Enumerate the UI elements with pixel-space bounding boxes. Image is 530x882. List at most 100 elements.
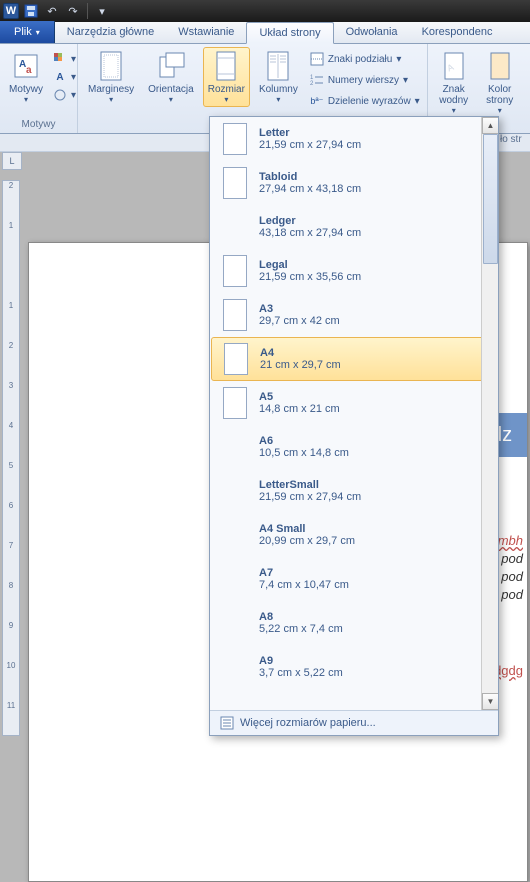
scrollbar-track[interactable]: ▲ ▼ — [481, 117, 498, 710]
paper-size-option[interactable]: A4 21 cm x 29,7 cm — [211, 337, 497, 381]
paper-size-dims: 5,22 cm x 7,4 cm — [259, 623, 343, 635]
paper-size-list[interactable]: Letter 21,59 cm x 27,94 cm Tabloid 27,94… — [210, 117, 498, 710]
paper-size-option[interactable]: A3 29,7 cm x 42 cm — [210, 293, 498, 337]
paper-size-info: A5 14,8 cm x 21 cm — [259, 391, 340, 415]
group-label-themes: Motywy — [5, 118, 72, 132]
paper-size-option[interactable]: A9 3,7 cm x 5,22 cm — [210, 645, 498, 689]
paper-size-dims: 21,59 cm x 27,94 cm — [259, 491, 361, 503]
page-color-icon — [484, 50, 516, 82]
more-sizes-icon — [220, 716, 234, 730]
qat-separator — [87, 3, 88, 19]
page-color-button[interactable]: Kolor strony▾ — [479, 47, 521, 118]
qat-customize-icon[interactable]: ▾ — [93, 2, 111, 20]
paper-size-name: A4 — [260, 347, 341, 359]
paper-size-info: A4 21 cm x 29,7 cm — [260, 347, 341, 371]
paper-size-name: A5 — [259, 391, 340, 403]
orientation-icon — [155, 50, 187, 82]
paper-size-dims: 14,8 cm x 21 cm — [259, 403, 340, 415]
watermark-icon: A — [438, 50, 470, 82]
ribbon-tabs: Plik ▾ Narzędzia główne Wstawianie Układ… — [0, 22, 530, 44]
paper-size-option[interactable]: LetterSmall 21,59 cm x 27,94 cm — [210, 469, 498, 513]
paper-size-info: LetterSmall 21,59 cm x 27,94 cm — [259, 479, 361, 503]
ruler-tick: 1 — [3, 301, 19, 310]
paper-size-option[interactable]: Legal 21,59 cm x 35,56 cm — [210, 249, 498, 293]
paper-size-info: Ledger 43,18 cm x 27,94 cm — [259, 215, 361, 239]
more-paper-sizes-button[interactable]: Więcej rozmiarów papieru... — [210, 710, 498, 735]
effects-icon — [53, 88, 67, 102]
paper-size-name: Letter — [259, 127, 361, 139]
vertical-ruler[interactable]: 211234567891011 — [2, 180, 20, 736]
paper-size-dims: 21,59 cm x 35,56 cm — [259, 271, 361, 283]
themes-icon: Aa — [10, 50, 42, 82]
save-icon[interactable] — [22, 2, 40, 20]
theme-effects-button[interactable]: ▾ — [51, 87, 78, 103]
ruler-tick: 4 — [3, 421, 19, 430]
svg-text:2: 2 — [310, 81, 314, 87]
ruler-tick: 3 — [3, 381, 19, 390]
paper-thumb-icon — [223, 255, 247, 287]
page-fragment-text: pod — [501, 569, 523, 584]
margins-button[interactable]: Marginesy▾ — [83, 47, 139, 107]
paper-size-option[interactable]: A5 14,8 cm x 21 cm — [210, 381, 498, 425]
tab-references[interactable]: Odwołania — [334, 21, 410, 43]
word-app-icon[interactable]: W — [3, 3, 19, 19]
ruler-tick: 8 — [3, 581, 19, 590]
line-numbers-button[interactable]: 12Numery wierszy ▾ — [308, 72, 410, 88]
paper-size-option[interactable]: Ledger 43,18 cm x 27,94 cm — [210, 205, 498, 249]
ruler-tick: 2 — [3, 341, 19, 350]
colors-icon — [53, 52, 67, 66]
paper-size-option[interactable]: A7 7,4 cm x 10,47 cm — [210, 557, 498, 601]
hyphenation-icon: bª⁻ — [310, 94, 324, 108]
paper-size-dims: 3,7 cm x 5,22 cm — [259, 667, 343, 679]
paper-size-dims: 10,5 cm x 14,8 cm — [259, 447, 349, 459]
paper-size-name: A7 — [259, 567, 349, 579]
hyphenation-button[interactable]: bª⁻Dzielenie wyrazów ▾ — [308, 93, 422, 109]
tab-page-layout[interactable]: Układ strony — [246, 22, 333, 44]
tab-mailings[interactable]: Korespondenc — [410, 21, 505, 43]
page-fragment-text: pod — [501, 551, 523, 566]
paper-size-info: A7 7,4 cm x 10,47 cm — [259, 567, 349, 591]
paper-size-dims: 43,18 cm x 27,94 cm — [259, 227, 361, 239]
theme-fonts-button[interactable]: A▾ — [51, 69, 78, 85]
breaks-button[interactable]: Znaki podziału ▾ — [308, 51, 404, 67]
columns-icon — [262, 50, 294, 82]
watermark-button[interactable]: A Znak wodny▾ — [433, 47, 475, 118]
ruler-tick: 1 — [3, 221, 19, 230]
redo-icon[interactable]: ↷ — [64, 2, 82, 20]
size-button[interactable]: Rozmiar▾ — [203, 47, 250, 107]
paper-size-name: A9 — [259, 655, 343, 667]
orientation-button[interactable]: Orientacja▾ — [143, 47, 199, 107]
tab-insert[interactable]: Wstawianie — [166, 21, 246, 43]
paper-size-option[interactable]: A8 5,22 cm x 7,4 cm — [210, 601, 498, 645]
theme-colors-button[interactable]: ▾ — [51, 51, 78, 67]
paper-size-option[interactable]: Letter 21,59 cm x 27,94 cm — [210, 117, 498, 161]
paper-size-option[interactable]: A6 10,5 cm x 14,8 cm — [210, 425, 498, 469]
columns-button[interactable]: Kolumny▾ — [254, 47, 303, 107]
ruler-tick: 10 — [3, 661, 19, 670]
paper-size-name: A8 — [259, 611, 343, 623]
scroll-down-button[interactable]: ▼ — [482, 693, 498, 710]
ruler-tick: 5 — [3, 461, 19, 470]
paper-size-info: Tabloid 27,94 cm x 43,18 cm — [259, 171, 361, 195]
tab-home[interactable]: Narzędzia główne — [55, 21, 166, 43]
ribbon-group-themes: Aa Motywy ▾ ▾ A▾ ▾ Motywy — [0, 44, 78, 133]
watermark-label: Znak wodny — [439, 84, 468, 106]
themes-button[interactable]: Aa Motywy ▾ — [5, 47, 47, 107]
page-fragment-text: pod — [501, 587, 523, 602]
undo-icon[interactable]: ↶ — [43, 2, 61, 20]
tab-file[interactable]: Plik ▾ — [0, 21, 55, 43]
paper-size-option[interactable]: Tabloid 27,94 cm x 43,18 cm — [210, 161, 498, 205]
paper-thumb-icon — [223, 387, 247, 419]
paper-size-name: Tabloid — [259, 171, 361, 183]
margins-icon — [95, 50, 127, 82]
paper-size-info: A8 5,22 cm x 7,4 cm — [259, 611, 343, 635]
scroll-up-button[interactable]: ▲ — [482, 117, 498, 134]
paper-size-name: Legal — [259, 259, 361, 271]
paper-size-dims: 21 cm x 29,7 cm — [260, 359, 341, 371]
paper-size-option[interactable]: A4 Small 20,99 cm x 29,7 cm — [210, 513, 498, 557]
ruler-corner[interactable]: L — [2, 152, 22, 170]
paper-size-info: A9 3,7 cm x 5,22 cm — [259, 655, 343, 679]
scroll-thumb[interactable] — [483, 134, 498, 264]
paper-size-info: A3 29,7 cm x 42 cm — [259, 303, 340, 327]
paper-size-info: Letter 21,59 cm x 27,94 cm — [259, 127, 361, 151]
